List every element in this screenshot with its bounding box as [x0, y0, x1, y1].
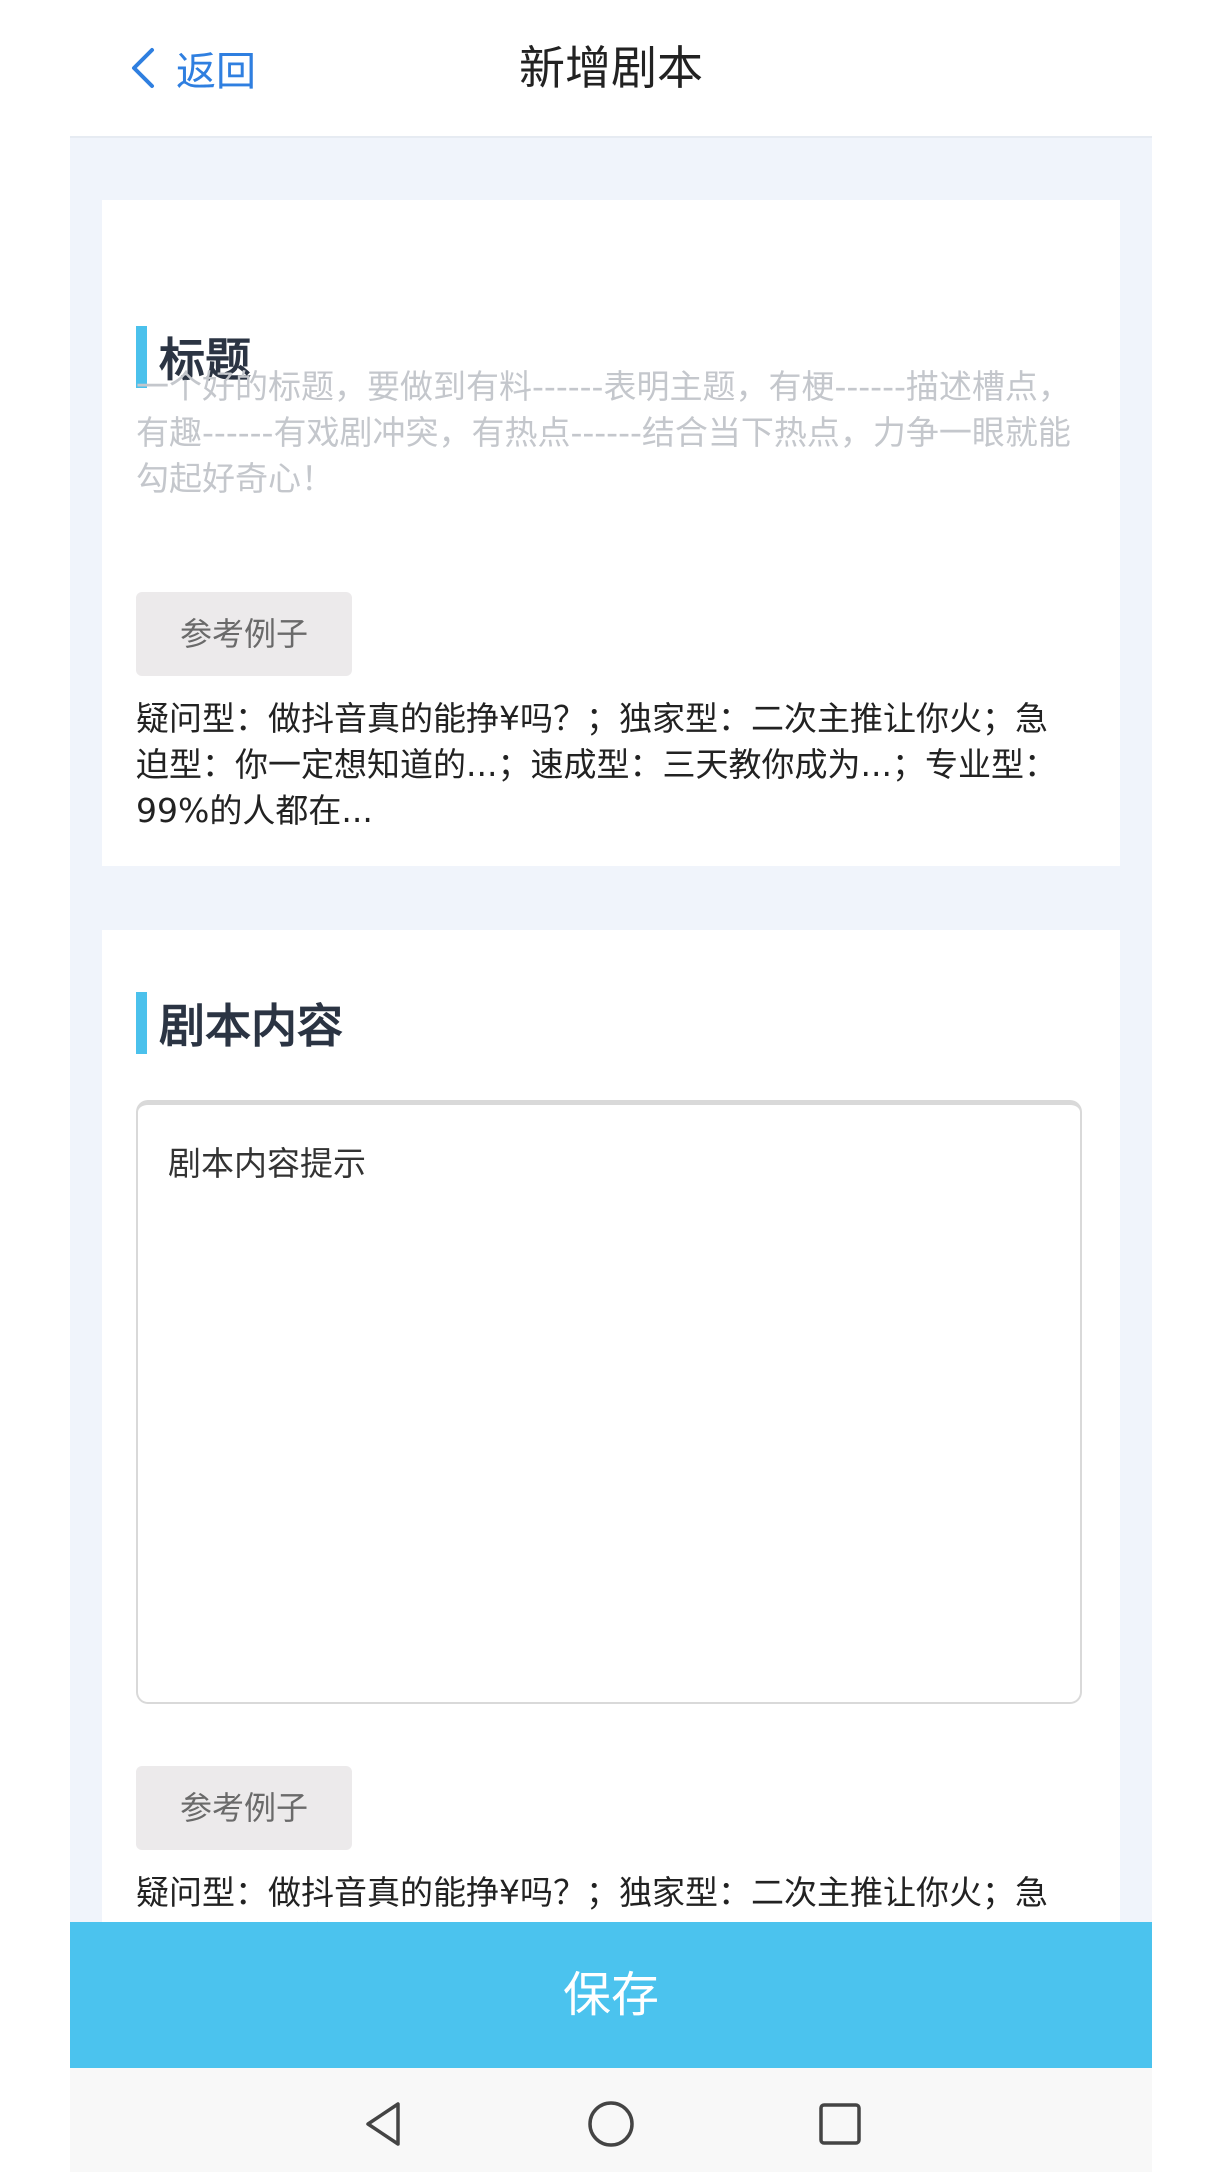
page-title: 新增剧本	[519, 41, 703, 95]
content-example-text: 疑问型：做抖音真的能挣¥吗？；独家型：二次主推让你火；急迫型：你一定想知道的..…	[136, 1873, 1057, 1924]
title-example-button[interactable]: 参考例子	[136, 592, 352, 676]
title-card: 标题 一个好的标题，要做到有料------表明主题，有梗------描述槽点，有…	[102, 200, 1120, 866]
home-circle-icon[interactable]	[585, 2098, 637, 2150]
form-content[interactable]: 标题 一个好的标题，要做到有料------表明主题，有梗------描述槽点，有…	[70, 136, 1152, 1924]
content-example-button[interactable]: 参考例子	[136, 1766, 352, 1850]
header: 返回 新增剧本	[0, 0, 1222, 136]
heading-accent-bar	[136, 992, 147, 1054]
script-content-textarea[interactable]: 剧本内容提示	[136, 1100, 1082, 1704]
content-card: 剧本内容 剧本内容提示 参考例子 疑问型：做抖音真的能挣¥吗？；独家型：二次主推…	[102, 930, 1120, 1924]
content-heading-text: 剧本内容	[159, 999, 343, 1053]
back-triangle-icon[interactable]	[358, 2098, 410, 2150]
title-input[interactable]: 一个好的标题，要做到有料------表明主题，有梗------描述槽点，有趣--…	[136, 364, 1096, 502]
recents-square-icon[interactable]	[814, 2098, 866, 2150]
content-section-heading: 剧本内容	[136, 992, 343, 1054]
save-button[interactable]: 保存	[70, 1922, 1152, 2068]
system-navbar	[70, 2068, 1152, 2172]
title-example-text: 疑问型：做抖音真的能挣¥吗？；独家型：二次主推让你火；急迫型：你一定想知道的..…	[136, 699, 1057, 830]
